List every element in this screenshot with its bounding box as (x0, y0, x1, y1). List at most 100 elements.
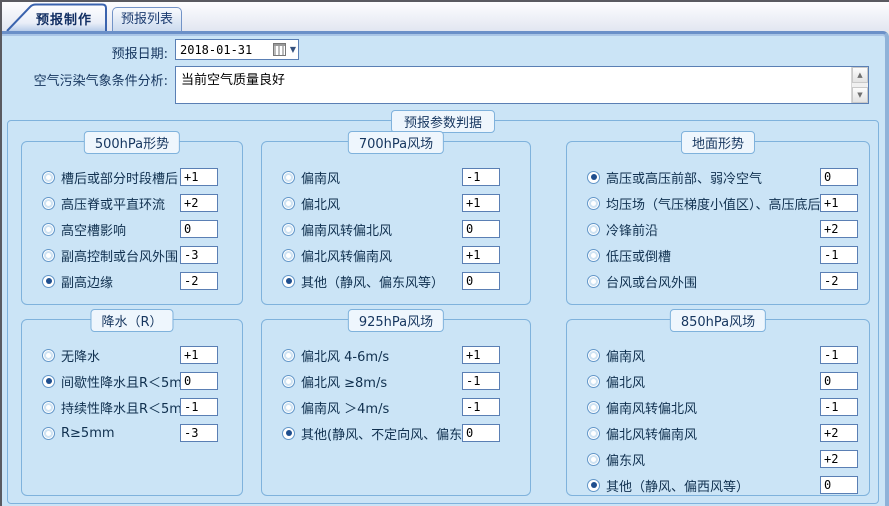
radio-icon[interactable] (587, 453, 600, 466)
score-input[interactable] (462, 272, 500, 290)
forecast-form-panel: 预报日期: 2018-01-31 ▼ 空气污染气象条件分析: 当前空气质量良好 … (2, 31, 889, 506)
option-label: 偏北风 (606, 372, 820, 391)
radio-icon[interactable] (42, 223, 55, 236)
tab-forecast-list-label: 预报列表 (121, 12, 173, 27)
option-row: 偏南风 ＞4m/s (262, 394, 530, 420)
score-input[interactable] (462, 372, 500, 390)
score-input[interactable] (462, 194, 500, 212)
score-input[interactable] (462, 346, 500, 364)
radio-selected-icon[interactable] (42, 275, 55, 288)
radio-icon[interactable] (42, 249, 55, 262)
radio-icon[interactable] (42, 427, 55, 440)
radio-icon[interactable] (42, 349, 55, 362)
score-input[interactable] (820, 476, 858, 494)
radio-icon[interactable] (282, 401, 295, 414)
score-input[interactable] (820, 220, 858, 238)
option-label: 其他(静风、不定向风、偏东风等) (301, 424, 462, 443)
option-label: 副高边缘 (61, 272, 180, 291)
option-row: 偏南风转偏北风 (262, 216, 530, 242)
option-row: 副高边缘 (22, 268, 242, 294)
score-input[interactable] (820, 398, 858, 416)
option-label: 偏北风 (301, 194, 462, 213)
score-input[interactable] (180, 424, 218, 442)
option-row: 台风或台风外围 (567, 268, 869, 294)
score-input[interactable] (462, 398, 500, 416)
group-925hpa-wind: 925hPa风场偏北风 4-6m/s偏北风 ≥8m/s偏南风 ＞4m/s其他(静… (261, 319, 531, 496)
score-input[interactable] (462, 246, 500, 264)
radio-icon[interactable] (42, 401, 55, 414)
option-row: 其他（静风、偏东风等） (262, 268, 530, 294)
score-input[interactable] (462, 424, 500, 442)
radio-icon[interactable] (587, 375, 600, 388)
date-dropdown-arrow-icon[interactable]: ▼ (290, 45, 296, 54)
score-input[interactable] (462, 220, 500, 238)
radio-icon[interactable] (282, 171, 295, 184)
radio-icon[interactable] (587, 197, 600, 210)
radio-selected-icon[interactable] (282, 275, 295, 288)
option-label: 均压场（气压梯度小值区）、高压底后部 (606, 194, 820, 213)
score-input[interactable] (180, 246, 218, 264)
forecast-date-picker[interactable]: 2018-01-31 ▼ (175, 39, 299, 60)
radio-icon[interactable] (282, 223, 295, 236)
option-label: 偏南风 (606, 346, 820, 365)
score-input[interactable] (820, 272, 858, 290)
score-input[interactable] (180, 220, 218, 238)
analysis-textarea[interactable]: 当前空气质量良好 ▲ ▼ (175, 66, 869, 104)
score-input[interactable] (462, 168, 500, 186)
radio-icon[interactable] (42, 171, 55, 184)
score-input[interactable] (820, 168, 858, 186)
calendar-icon[interactable] (273, 43, 286, 56)
score-input[interactable] (180, 398, 218, 416)
forecast-date-value[interactable]: 2018-01-31 (180, 43, 273, 57)
criteria-groups: 500hPa形势槽后或部分时段槽后高压脊或平直环流高空槽影响副高控制或台风外围副… (8, 121, 878, 496)
scroll-up-icon[interactable]: ▲ (852, 67, 868, 83)
radio-icon[interactable] (282, 375, 295, 388)
option-label: R≥5mm (61, 426, 180, 441)
radio-selected-icon[interactable] (587, 171, 600, 184)
score-input[interactable] (180, 168, 218, 186)
score-input[interactable] (820, 246, 858, 264)
group-surface-situation: 地面形势高压或高压前部、弱冷空气均压场（气压梯度小值区）、高压底后部冷锋前沿低压… (566, 141, 870, 305)
score-input[interactable] (180, 272, 218, 290)
radio-selected-icon[interactable] (42, 375, 55, 388)
radio-icon[interactable] (587, 223, 600, 236)
option-label: 偏北风转偏南风 (606, 424, 820, 443)
group-title-500hpa-situation: 500hPa形势 (84, 131, 180, 154)
tab-forecast-production[interactable]: 预报制作 (6, 3, 108, 31)
radio-icon[interactable] (587, 401, 600, 414)
radio-icon[interactable] (587, 249, 600, 262)
radio-icon[interactable] (282, 197, 295, 210)
option-label: 高压或高压前部、弱冷空气 (606, 168, 820, 187)
option-row: 偏北风 (262, 190, 530, 216)
group-700hpa-wind: 700hPa风场偏南风偏北风偏南风转偏北风偏北风转偏南风其他（静风、偏东风等） (261, 141, 531, 305)
radio-icon[interactable] (587, 427, 600, 440)
score-input[interactable] (820, 346, 858, 364)
option-row: 偏北风转偏南风 (567, 420, 869, 446)
radio-selected-icon[interactable] (282, 427, 295, 440)
radio-icon[interactable] (282, 249, 295, 262)
group-precipitation: 降水（R）无降水间歇性降水且R＜5mm持续性降水且R＜5mmR≥5mm (21, 319, 243, 496)
option-label: 低压或倒槽 (606, 246, 820, 265)
score-input[interactable] (180, 194, 218, 212)
option-label: 偏北风 ≥8m/s (301, 372, 462, 391)
radio-icon[interactable] (282, 349, 295, 362)
score-input[interactable] (820, 194, 858, 212)
option-row: 偏东风 (567, 446, 869, 472)
score-input[interactable] (820, 424, 858, 442)
score-input[interactable] (820, 372, 858, 390)
radio-selected-icon[interactable] (587, 479, 600, 492)
scroll-down-icon[interactable]: ▼ (852, 87, 868, 103)
radio-icon[interactable] (587, 349, 600, 362)
group-850hpa-wind: 850hPa风场偏南风偏北风偏南风转偏北风偏北风转偏南风偏东风其他（静风、偏西风… (566, 319, 870, 496)
radio-icon[interactable] (42, 197, 55, 210)
radio-icon[interactable] (587, 275, 600, 288)
option-label: 高空槽影响 (61, 220, 180, 239)
option-label: 持续性降水且R＜5mm (61, 398, 180, 417)
score-input[interactable] (180, 346, 218, 364)
tab-forecast-list[interactable]: 预报列表 (112, 7, 182, 31)
forecast-date-label: 预报日期: (2, 39, 168, 62)
score-input[interactable] (180, 372, 218, 390)
analysis-text[interactable]: 当前空气质量良好 (176, 67, 868, 90)
score-input[interactable] (820, 450, 858, 468)
textarea-scrollbar[interactable]: ▲ ▼ (851, 67, 868, 103)
